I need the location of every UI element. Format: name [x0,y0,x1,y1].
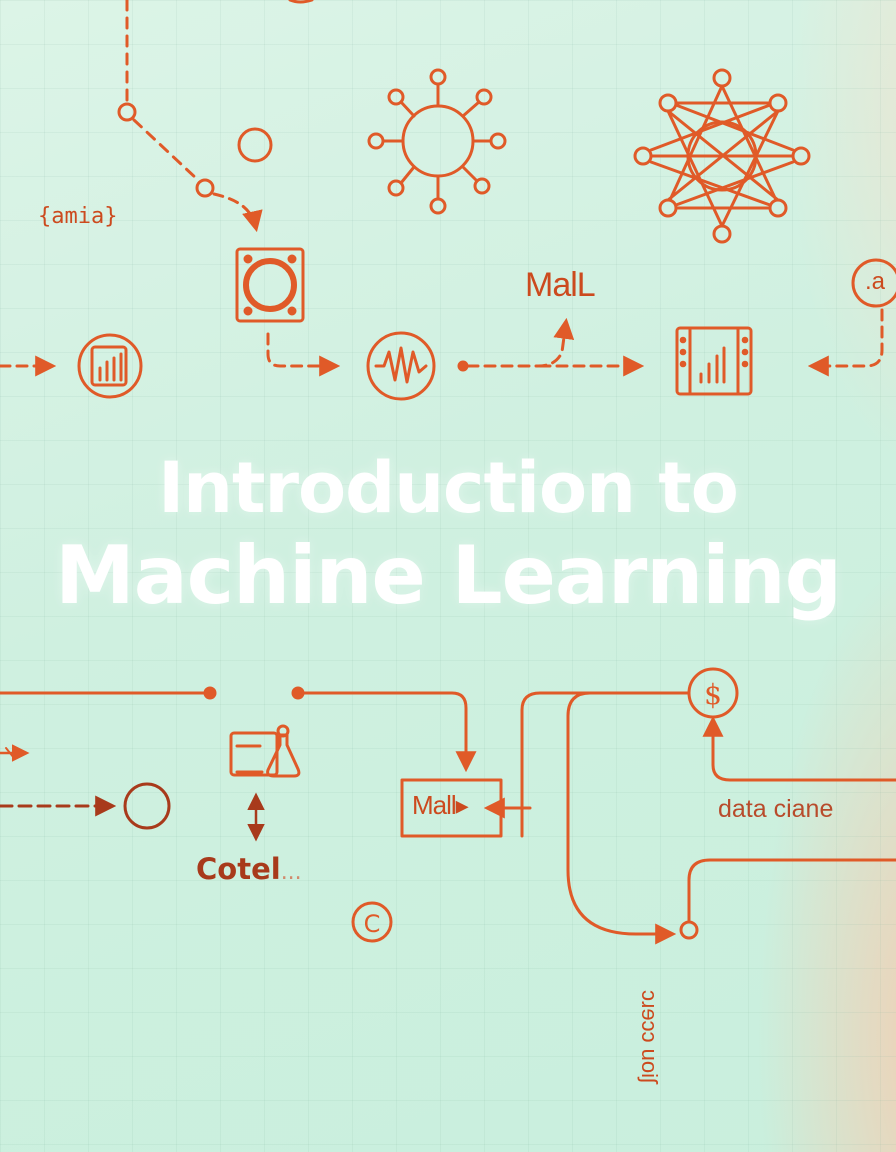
line-end-dot [203,686,217,700]
title-line-2: Machine Learning [55,529,842,622]
mall-box-label: Mall▸ [412,790,469,820]
square-to-wave-connector [266,332,341,377]
card-flask-icon [229,724,301,778]
bar-chart-panel-icon [675,326,753,396]
right-input-arrow [807,308,884,377]
rotated-lion-label: ɔɹɘɔɔ uoiʃ [637,990,662,1083]
cotel-label: Cotel... [196,852,302,886]
star-network-icon [633,68,811,244]
dollar-to-right-connector [702,715,896,782]
junction-dot [457,360,469,372]
document-chart-icon [77,333,143,399]
corner-a-label: .a [865,268,886,295]
data-ciane-label: data ciane [718,795,834,823]
top-dashed-connector [117,0,314,233]
dollar-symbol: $ [704,678,722,711]
cotel-text: Cotel [196,852,281,886]
dark-node-circle [123,782,171,830]
cotel-ellipsis: ... [280,860,302,885]
wave-to-mall-connector [466,317,575,368]
branch-line-lower [566,691,677,945]
square-ring-icon [235,247,305,323]
small-node-circle [237,127,273,163]
page-title: Introduction to Machine Learning [0,446,896,622]
amia-label: {amia} [38,204,118,229]
branch-line-upper [520,691,690,838]
c-symbol: C [364,910,381,938]
title-line-1: Introduction to [158,447,739,529]
right-return-line [687,858,896,922]
line-to-box-connector [301,691,477,773]
end-node-circle [679,920,699,940]
mall-label: MalL [525,266,596,304]
waveform-icon [366,331,436,401]
network-ring-icon [367,68,507,215]
